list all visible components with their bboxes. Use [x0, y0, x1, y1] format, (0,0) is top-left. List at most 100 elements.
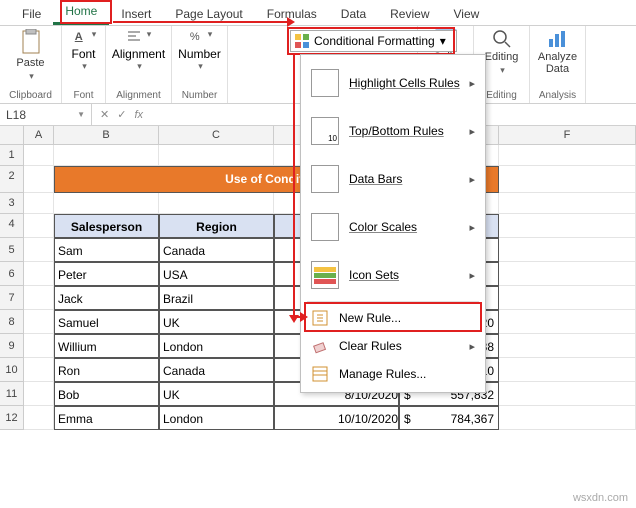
tab-data[interactable]: Data — [329, 3, 378, 25]
menu-top-bottom-rules[interactable]: Top/Bottom Rules ▸ — [301, 107, 485, 155]
row-header[interactable]: 3 — [0, 193, 24, 214]
chevron-right-icon: ▸ — [469, 340, 475, 353]
row-header[interactable]: 12 — [0, 406, 24, 430]
cell-salesperson[interactable]: Emma — [54, 406, 159, 430]
font-icon[interactable]: A — [71, 29, 87, 45]
name-box[interactable]: L18 ▼ — [0, 104, 92, 125]
cell[interactable] — [24, 166, 54, 193]
col-header-c[interactable]: C — [159, 126, 274, 144]
col-header-a[interactable]: A — [24, 126, 54, 144]
select-all[interactable] — [0, 126, 24, 144]
row-header[interactable]: 5 — [0, 238, 24, 262]
menu-manage-rules[interactable]: Manage Rules... — [301, 360, 485, 388]
cell-region[interactable]: London — [159, 334, 274, 358]
row-header[interactable]: 4 — [0, 214, 24, 238]
menu-clear-rules[interactable]: Clear Rules ▸ — [301, 332, 485, 360]
row-header[interactable]: 10 — [0, 358, 24, 382]
cell[interactable] — [159, 193, 274, 214]
group-analysis-label: Analysis — [530, 90, 585, 101]
fx-icon[interactable]: fx — [134, 109, 143, 121]
cell[interactable] — [499, 286, 636, 310]
editing-button[interactable]: Editing ▾ — [480, 29, 524, 76]
paste-button[interactable]: Paste ▾ — [9, 29, 53, 82]
cancel-icon[interactable]: ✕ — [100, 108, 109, 121]
cell[interactable] — [24, 382, 54, 406]
percent-icon[interactable]: % — [187, 29, 203, 45]
cell[interactable] — [499, 406, 636, 430]
align-icon[interactable] — [126, 29, 142, 45]
cell[interactable] — [499, 334, 636, 358]
cell[interactable] — [24, 214, 54, 238]
clipboard-icon — [20, 29, 42, 55]
header-salesperson[interactable]: Salesperson — [54, 214, 159, 238]
cell[interactable] — [54, 145, 159, 166]
cell-region[interactable]: Brazil — [159, 286, 274, 310]
analyze-data-button[interactable]: Analyze Data — [536, 29, 580, 75]
cell[interactable] — [24, 310, 54, 334]
highlight-cf-button — [287, 27, 455, 55]
col-header-b[interactable]: B — [54, 126, 159, 144]
row-header[interactable]: 8 — [0, 310, 24, 334]
cell-salesperson[interactable]: Bob — [54, 382, 159, 406]
data-bars-icon — [311, 165, 339, 193]
menu-data-bars[interactable]: Data Bars ▸ — [301, 155, 485, 203]
chevron-down-icon: ▼ — [77, 110, 85, 119]
cell[interactable] — [499, 310, 636, 334]
menu-highlight-cells-rules[interactable]: Highlight Cells Rules ▸ — [301, 59, 485, 107]
col-header-f[interactable]: F — [499, 126, 636, 144]
cell[interactable] — [499, 193, 636, 214]
cell-date[interactable]: 10/10/2020 — [274, 406, 399, 430]
tab-review[interactable]: Review — [378, 3, 441, 25]
font-label[interactable]: Font — [71, 47, 95, 61]
row-header[interactable]: 6 — [0, 262, 24, 286]
cell[interactable] — [499, 145, 636, 166]
row-header[interactable]: 7 — [0, 286, 24, 310]
cell[interactable] — [499, 238, 636, 262]
menu-label: Clear Rules — [339, 339, 402, 353]
arrow-cf-to-newrule-h — [293, 316, 301, 318]
row-header[interactable]: 1 — [0, 145, 24, 166]
alignment-label[interactable]: Alignment — [112, 47, 165, 61]
cell[interactable] — [54, 193, 159, 214]
highlight-new-rule — [304, 302, 482, 332]
cell[interactable] — [24, 406, 54, 430]
row-header[interactable]: 9 — [0, 334, 24, 358]
cell[interactable] — [24, 193, 54, 214]
header-region[interactable]: Region — [159, 214, 274, 238]
cell-amount[interactable]: $784,367 — [399, 406, 499, 430]
tab-view[interactable]: View — [442, 3, 492, 25]
cell-region[interactable]: London — [159, 406, 274, 430]
cell[interactable] — [24, 145, 54, 166]
cell-region[interactable]: Canada — [159, 238, 274, 262]
cell[interactable] — [499, 214, 636, 238]
number-label[interactable]: Number — [178, 47, 221, 61]
enter-icon[interactable]: ✓ — [117, 108, 126, 121]
cell-salesperson[interactable]: Samuel — [54, 310, 159, 334]
cell-salesperson[interactable]: Ron — [54, 358, 159, 382]
menu-color-scales[interactable]: Color Scales ▸ — [301, 203, 485, 251]
analyze-icon — [547, 29, 569, 49]
row-header[interactable]: 2 — [0, 166, 24, 193]
cell[interactable] — [499, 262, 636, 286]
cell-salesperson[interactable]: Jack — [54, 286, 159, 310]
cell[interactable] — [24, 262, 54, 286]
cell[interactable] — [24, 286, 54, 310]
cell[interactable] — [24, 358, 54, 382]
cell-salesperson[interactable]: Willium — [54, 334, 159, 358]
cell-region[interactable]: USA — [159, 262, 274, 286]
cell-salesperson[interactable]: Sam — [54, 238, 159, 262]
menu-icon-sets[interactable]: Icon Sets ▸ — [301, 251, 485, 299]
cell-region[interactable]: Canada — [159, 358, 274, 382]
cell-region[interactable]: UK — [159, 382, 274, 406]
cell[interactable] — [499, 358, 636, 382]
cell-region[interactable]: UK — [159, 310, 274, 334]
color-scales-icon — [311, 213, 339, 241]
cell[interactable] — [499, 382, 636, 406]
row-header[interactable]: 11 — [0, 382, 24, 406]
cell[interactable] — [24, 334, 54, 358]
cell-salesperson[interactable]: Peter — [54, 262, 159, 286]
cell[interactable] — [24, 238, 54, 262]
cell[interactable] — [499, 166, 636, 193]
tab-file[interactable]: File — [10, 3, 53, 25]
cell[interactable] — [159, 145, 274, 166]
